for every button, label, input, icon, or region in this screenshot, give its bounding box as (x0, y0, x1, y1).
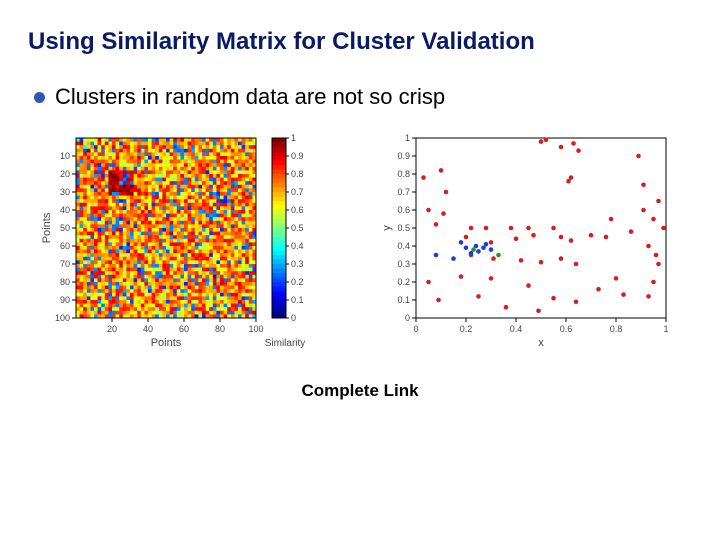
svg-text:0: 0 (291, 313, 296, 323)
caption-text: Complete Link (301, 381, 418, 400)
svg-text:0.5: 0.5 (397, 223, 410, 233)
svg-text:0.1: 0.1 (397, 295, 410, 305)
svg-text:0.6: 0.6 (291, 205, 304, 215)
svg-text:0.2: 0.2 (460, 324, 473, 334)
svg-text:0.3: 0.3 (291, 259, 304, 269)
svg-text:10: 10 (60, 151, 70, 161)
bullet-icon (34, 92, 45, 103)
svg-text:y: y (381, 225, 393, 231)
page-title: Using Similarity Matrix for Cluster Vali… (28, 28, 692, 56)
svg-text:0.6: 0.6 (397, 205, 410, 215)
svg-text:60: 60 (179, 324, 189, 334)
svg-text:40: 40 (143, 324, 153, 334)
svg-text:0.9: 0.9 (291, 151, 304, 161)
svg-text:0: 0 (413, 324, 418, 334)
svg-text:20: 20 (107, 324, 117, 334)
svg-text:70: 70 (60, 259, 70, 269)
svg-text:80: 80 (215, 324, 225, 334)
svg-text:Points: Points (151, 337, 182, 349)
svg-text:90: 90 (60, 295, 70, 305)
bullet-text: Clusters in random data are not so crisp (55, 84, 445, 110)
svg-text:0.2: 0.2 (397, 277, 410, 287)
charts-row: 10203040506070809010020406080100PointsPo… (28, 130, 692, 355)
svg-text:0.7: 0.7 (397, 187, 410, 197)
caption-row: Complete Link (28, 381, 692, 401)
svg-text:30: 30 (60, 187, 70, 197)
svg-text:50: 50 (60, 223, 70, 233)
svg-text:0.1: 0.1 (291, 295, 304, 305)
heatmap-chart: 10203040506070809010020406080100PointsPo… (36, 130, 346, 355)
svg-text:0: 0 (405, 313, 410, 323)
svg-text:0.4: 0.4 (397, 241, 410, 251)
svg-text:100: 100 (248, 324, 263, 334)
svg-text:Points: Points (41, 212, 53, 243)
svg-text:Similarity: Similarity (265, 338, 306, 349)
svg-text:1: 1 (405, 133, 410, 143)
svg-text:x: x (538, 337, 544, 349)
svg-text:1: 1 (291, 133, 296, 143)
svg-text:0.7: 0.7 (291, 187, 304, 197)
svg-text:0.8: 0.8 (397, 169, 410, 179)
slide: Using Similarity Matrix for Cluster Vali… (0, 0, 720, 540)
scatter-chart: 0 0.2 0.4 0.6 0.8 1 0 0.1 0.2 0.3 0.4 0.5 0.6 0.7 0.8 0… (374, 130, 684, 355)
svg-text:0.4: 0.4 (291, 241, 304, 251)
svg-text:1: 1 (663, 324, 668, 334)
svg-text:0.8: 0.8 (610, 324, 623, 334)
svg-text:40: 40 (60, 205, 70, 215)
svg-text:20: 20 (60, 169, 70, 179)
svg-text:0.8: 0.8 (291, 169, 304, 179)
svg-text:80: 80 (60, 277, 70, 287)
svg-text:0.2: 0.2 (291, 277, 304, 287)
svg-text:0.4: 0.4 (510, 324, 523, 334)
svg-text:0.5: 0.5 (291, 223, 304, 233)
svg-text:60: 60 (60, 241, 70, 251)
svg-text:0.3: 0.3 (397, 259, 410, 269)
svg-text:100: 100 (55, 313, 70, 323)
bullet-item: Clusters in random data are not so crisp (28, 84, 692, 110)
svg-text:0.6: 0.6 (560, 324, 573, 334)
svg-text:0.9: 0.9 (397, 151, 410, 161)
